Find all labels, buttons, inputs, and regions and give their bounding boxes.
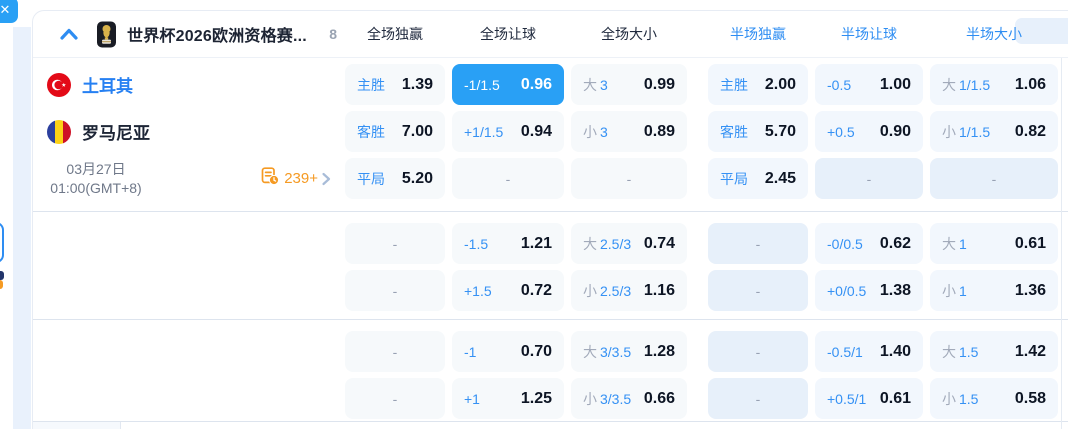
odds-cell: - — [345, 223, 445, 264]
trophy-icon — [96, 21, 117, 48]
odds-cell[interactable]: 小3/3.50.66 — [571, 378, 687, 419]
odds-cell[interactable]: 小1/1.50.82 — [930, 111, 1058, 152]
odds-cell[interactable]: 大30.99 — [571, 64, 687, 105]
more-markets-link[interactable]: 239+ — [261, 167, 331, 191]
odds-cell[interactable]: 平局5.20 — [345, 158, 445, 199]
close-button[interactable]: ✕ — [0, 0, 18, 23]
market-column-header[interactable]: 半场独赢 — [708, 24, 808, 44]
odds-cell[interactable]: +0/0.51.38 — [815, 270, 923, 311]
market-column-header[interactable]: 全场让球 — [452, 24, 564, 44]
offscreen-selected-odds-cell — [0, 222, 4, 263]
odds-cell[interactable]: -0.5/11.40 — [815, 331, 923, 372]
kickoff-date: 03月27日 — [35, 160, 157, 179]
odds-cell: - — [345, 378, 445, 419]
odds-cell: - — [930, 158, 1058, 199]
offscreen-icon — [0, 271, 6, 289]
odds-cell[interactable]: 主胜1.39 — [345, 64, 445, 105]
odds-cell[interactable]: +1.50.72 — [452, 270, 564, 311]
odds-cell[interactable]: 小2.5/31.16 — [571, 270, 687, 311]
market-column-header[interactable]: 半场大小 — [930, 24, 1058, 44]
extra-lines-group-1: --1.51.21大2.5/30.74--0/0.50.62大10.61-+1.… — [33, 212, 1068, 311]
league-header: 世界杯2026欧洲资格赛... 8 全场独赢全场让球全场大小 半场独赢半场让球半场… — [33, 11, 1068, 58]
odds-cell[interactable]: -10.70 — [452, 331, 564, 372]
home-team-name: 土耳其 — [82, 72, 133, 97]
markets-list-icon — [261, 167, 280, 191]
next-match-cell — [33, 422, 121, 429]
odds-cell[interactable]: +1/1.50.94 — [452, 111, 564, 152]
league-odds-card: 世界杯2026欧洲资格赛... 8 全场独赢全场让球全场大小 半场独赢半场让球半场… — [32, 10, 1068, 429]
odds-cell: - — [345, 331, 445, 372]
close-icon: ✕ — [0, 2, 10, 18]
market-column-header[interactable]: 全场大小 — [571, 24, 687, 44]
extra-lines-group-2: --10.70大3/3.51.28--0.5/11.40大1.51.42-+11… — [33, 320, 1068, 419]
odds-cell[interactable]: 大3/3.51.28 — [571, 331, 687, 372]
collapsed-side-panel — [13, 27, 31, 429]
odds-cell[interactable]: +11.25 — [452, 378, 564, 419]
odds-cell[interactable]: 大1.51.42 — [930, 331, 1058, 372]
market-column-header[interactable]: 半场让球 — [815, 24, 923, 44]
odds-cell[interactable]: -0/0.50.62 — [815, 223, 923, 264]
market-column-header[interactable]: 全场独赢 — [345, 24, 445, 44]
odds-cell[interactable]: 客胜5.70 — [708, 111, 808, 152]
odds-cell: - — [708, 223, 808, 264]
odds-cell[interactable]: 客胜7.00 — [345, 111, 445, 152]
league-title: 世界杯2026欧洲资格赛... — [127, 22, 307, 46]
odds-cell[interactable]: -1.51.21 — [452, 223, 564, 264]
chevron-right-icon — [321, 172, 331, 186]
odds-cell[interactable]: +0.5/10.61 — [815, 378, 923, 419]
market-column-headers: 全场独赢全场让球全场大小 半场独赢半场让球半场大小 — [345, 24, 1058, 44]
odds-cell[interactable]: 小1.50.58 — [930, 378, 1058, 419]
kickoff-time: 03月27日 01:00(GMT+8) — [35, 160, 157, 198]
odds-cell: - — [708, 378, 808, 419]
odds-cell[interactable]: 大10.61 — [930, 223, 1058, 264]
home-team[interactable]: 土耳其 — [33, 64, 345, 105]
collapse-chevron-up-icon[interactable] — [58, 26, 80, 42]
kickoff-clock: 01:00(GMT+8) — [35, 179, 157, 198]
match-row: 土耳其 罗马尼亚 03月27日 — [33, 58, 1068, 199]
odds-cell: - — [815, 158, 923, 199]
odds-cell: - — [452, 158, 564, 199]
league-match-count: 8 — [329, 26, 337, 42]
odds-cell: - — [708, 331, 808, 372]
odds-cell: - — [571, 158, 687, 199]
markets-count: 239+ — [284, 170, 318, 187]
odds-cell[interactable]: +0.50.90 — [815, 111, 923, 152]
odds-cell[interactable]: -1/1.50.96 — [452, 64, 564, 105]
column-divider — [1061, 58, 1062, 429]
turkey-flag-icon — [47, 73, 71, 97]
away-team-name: 罗马尼亚 — [82, 119, 150, 144]
odds-cell[interactable]: 平局2.45 — [708, 158, 808, 199]
odds-cell[interactable]: -0.51.00 — [815, 64, 923, 105]
odds-cell[interactable]: 大1/1.51.06 — [930, 64, 1058, 105]
odds-cell[interactable]: 小30.89 — [571, 111, 687, 152]
odds-cell[interactable]: 小11.36 — [930, 270, 1058, 311]
odds-cell: - — [708, 270, 808, 311]
odds-cell[interactable]: 主胜2.00 — [708, 64, 808, 105]
next-match-row-cut — [33, 422, 1068, 429]
odds-cell: - — [345, 270, 445, 311]
odds-cell[interactable]: 大2.5/30.74 — [571, 223, 687, 264]
romania-flag-icon — [47, 120, 71, 144]
away-team[interactable]: 罗马尼亚 — [33, 111, 345, 152]
